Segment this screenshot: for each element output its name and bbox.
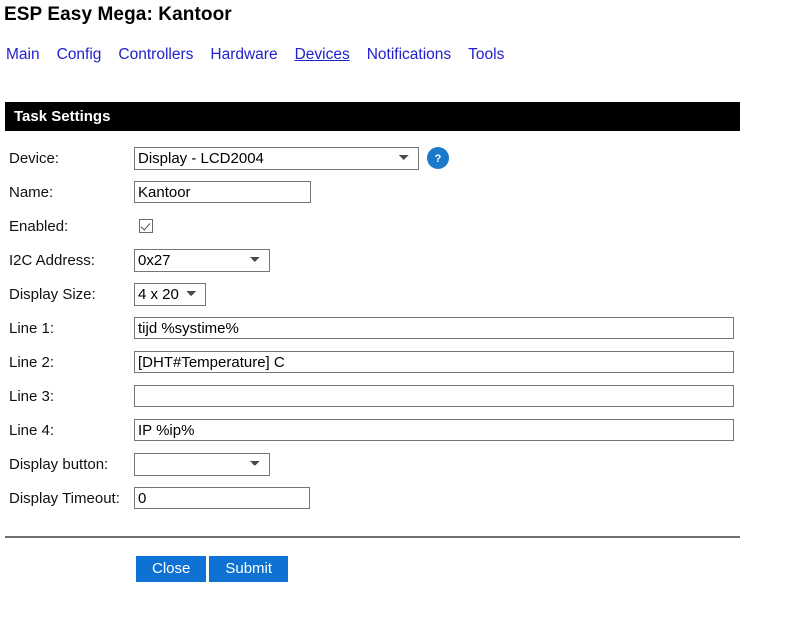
i2c-address-field: 0x27	[134, 248, 270, 272]
line1-field	[134, 317, 734, 339]
row-line4: Line 4:	[0, 413, 805, 447]
enabled-checkbox[interactable]	[139, 219, 153, 233]
i2c-address-label: I2C Address:	[9, 251, 95, 269]
submit-button[interactable]: Submit	[209, 556, 289, 582]
display-size-select[interactable]: 4 x 20	[134, 282, 206, 306]
nav-item-controllers[interactable]: Controllers	[118, 46, 193, 64]
line3-field	[134, 385, 734, 407]
row-device: Device: Display - LCD2004 ?	[0, 141, 805, 175]
svg-text:?: ?	[435, 153, 442, 165]
row-line3: Line 3:	[0, 379, 805, 413]
device-label: Device:	[9, 149, 60, 167]
enabled-field	[134, 219, 153, 233]
row-line2: Line 2:	[0, 345, 805, 379]
row-name: Name:	[0, 175, 805, 209]
form-actions: Close Submit	[136, 556, 289, 582]
display-timeout-label: Display Timeout:	[9, 489, 120, 507]
line4-field	[134, 419, 734, 441]
close-button[interactable]: Close	[136, 556, 207, 582]
i2c-address-select[interactable]: 0x27	[134, 248, 270, 272]
section-title: Task Settings	[14, 108, 111, 125]
form-divider	[5, 536, 740, 538]
question-mark-icon[interactable]: ?	[427, 147, 449, 169]
name-field	[134, 181, 311, 203]
display-timeout-input[interactable]	[134, 487, 310, 509]
nav-item-hardware[interactable]: Hardware	[210, 46, 277, 64]
row-enabled: Enabled:	[0, 209, 805, 243]
line3-input[interactable]	[134, 385, 734, 407]
nav-item-notifications[interactable]: Notifications	[367, 46, 451, 64]
display-button-select[interactable]	[134, 452, 270, 476]
task-settings-header: Task Settings	[5, 102, 740, 131]
device-field: Display - LCD2004 ?	[134, 146, 449, 170]
display-button-field	[134, 452, 270, 476]
main-navigation: Main Config Controllers Hardware Devices…	[6, 46, 504, 64]
line1-input[interactable]	[134, 317, 734, 339]
nav-item-tools[interactable]: Tools	[468, 46, 504, 64]
line2-field	[134, 351, 734, 373]
row-i2c-address: I2C Address: 0x27	[0, 243, 805, 277]
display-size-label: Display Size:	[9, 285, 96, 303]
enabled-label: Enabled:	[9, 217, 69, 235]
nav-item-main[interactable]: Main	[6, 46, 40, 64]
display-timeout-field	[134, 487, 310, 509]
line4-label: Line 4:	[9, 421, 55, 439]
display-button-label: Display button:	[9, 455, 109, 473]
task-settings-form: Device: Display - LCD2004 ? Name: Enable…	[0, 141, 805, 515]
name-input[interactable]	[134, 181, 311, 203]
line3-label: Line 3:	[9, 387, 55, 405]
page-title: ESP Easy Mega: Kantoor	[4, 4, 232, 25]
nav-item-config[interactable]: Config	[57, 46, 102, 64]
nav-item-devices[interactable]: Devices	[295, 46, 350, 64]
device-select[interactable]: Display - LCD2004	[134, 146, 419, 170]
display-size-field: 4 x 20	[134, 282, 206, 306]
line4-input[interactable]	[134, 419, 734, 441]
row-display-button: Display button:	[0, 447, 805, 481]
row-line1: Line 1:	[0, 311, 805, 345]
line1-label: Line 1:	[9, 319, 55, 337]
row-display-size: Display Size: 4 x 20	[0, 277, 805, 311]
name-label: Name:	[9, 183, 54, 201]
line2-label: Line 2:	[9, 353, 55, 371]
row-display-timeout: Display Timeout:	[0, 481, 805, 515]
line2-input[interactable]	[134, 351, 734, 373]
